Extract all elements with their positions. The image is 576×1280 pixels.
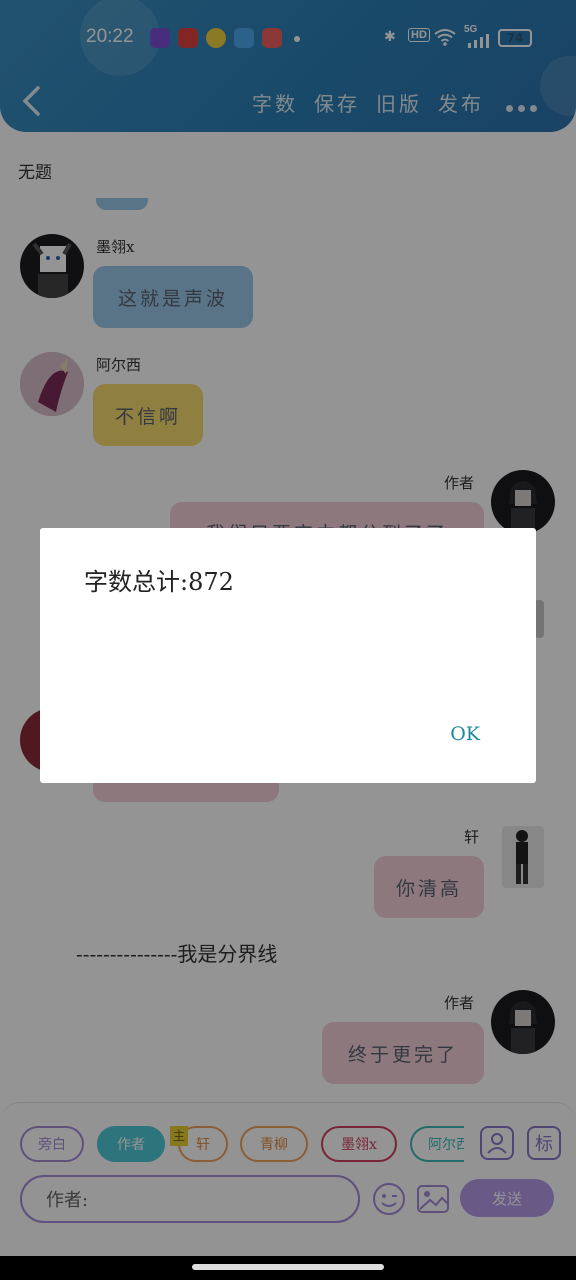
home-indicator[interactable] bbox=[192, 1264, 384, 1270]
word-count-dialog: 字数总计:872 OK bbox=[40, 528, 536, 783]
ok-button[interactable]: OK bbox=[450, 723, 480, 745]
dialog-message: 字数总计:872 bbox=[84, 568, 234, 596]
